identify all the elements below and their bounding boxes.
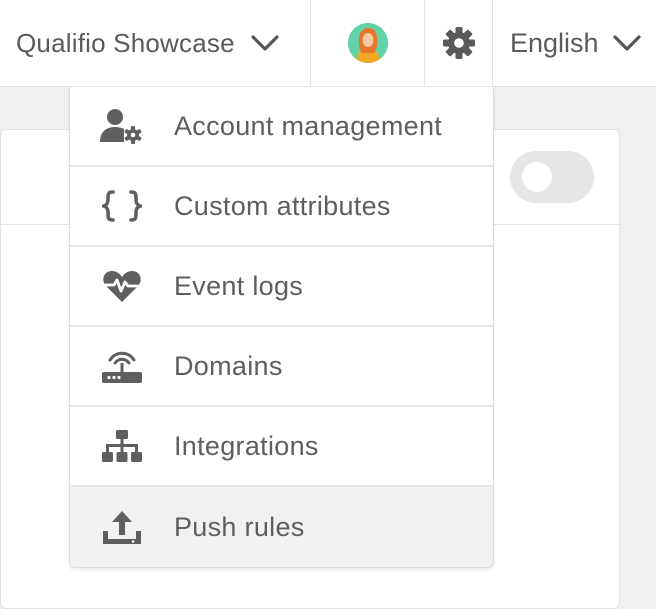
language-label: English [510, 27, 599, 58]
language-selector[interactable]: English [493, 0, 656, 86]
chevron-down-icon [612, 34, 641, 52]
upload-icon [70, 509, 174, 545]
toggle-switch[interactable] [510, 151, 594, 203]
curly-braces-icon [70, 190, 174, 222]
menu-item-event-logs[interactable]: Event logs [70, 247, 493, 327]
menu-item-label: Domains [174, 350, 283, 381]
menu-item-label: Push rules [174, 511, 305, 542]
heartbeat-icon [70, 269, 174, 303]
menu-item-label: Custom attributes [174, 190, 391, 221]
menu-item-domains[interactable]: Domains [70, 327, 493, 407]
menu-item-account-management[interactable]: Account management [70, 87, 493, 167]
settings-button[interactable] [425, 0, 493, 86]
workspace-label: Qualifio Showcase [16, 27, 235, 58]
sitemap-icon [70, 429, 174, 463]
chevron-down-icon [251, 34, 279, 52]
user-gear-icon [70, 108, 174, 144]
menu-item-label: Event logs [174, 270, 304, 301]
menu-item-integrations[interactable]: Integrations [70, 407, 493, 487]
menu-item-custom-attributes[interactable]: Custom attributes [70, 167, 493, 247]
gear-icon [442, 26, 476, 60]
menu-item-label: Account management [174, 110, 443, 141]
workspace-selector[interactable]: Qualifio Showcase [0, 0, 311, 86]
menu-item-push-rules[interactable]: Push rules [70, 487, 493, 567]
toggle-knob [522, 162, 552, 192]
avatar [347, 23, 388, 63]
menu-item-label: Integrations [174, 430, 319, 461]
router-icon [70, 348, 174, 384]
top-bar: Qualifio Showcase English [0, 0, 656, 87]
user-avatar-button[interactable] [311, 0, 425, 86]
settings-dropdown-menu: Account management Custom attributes Eve… [69, 87, 494, 568]
